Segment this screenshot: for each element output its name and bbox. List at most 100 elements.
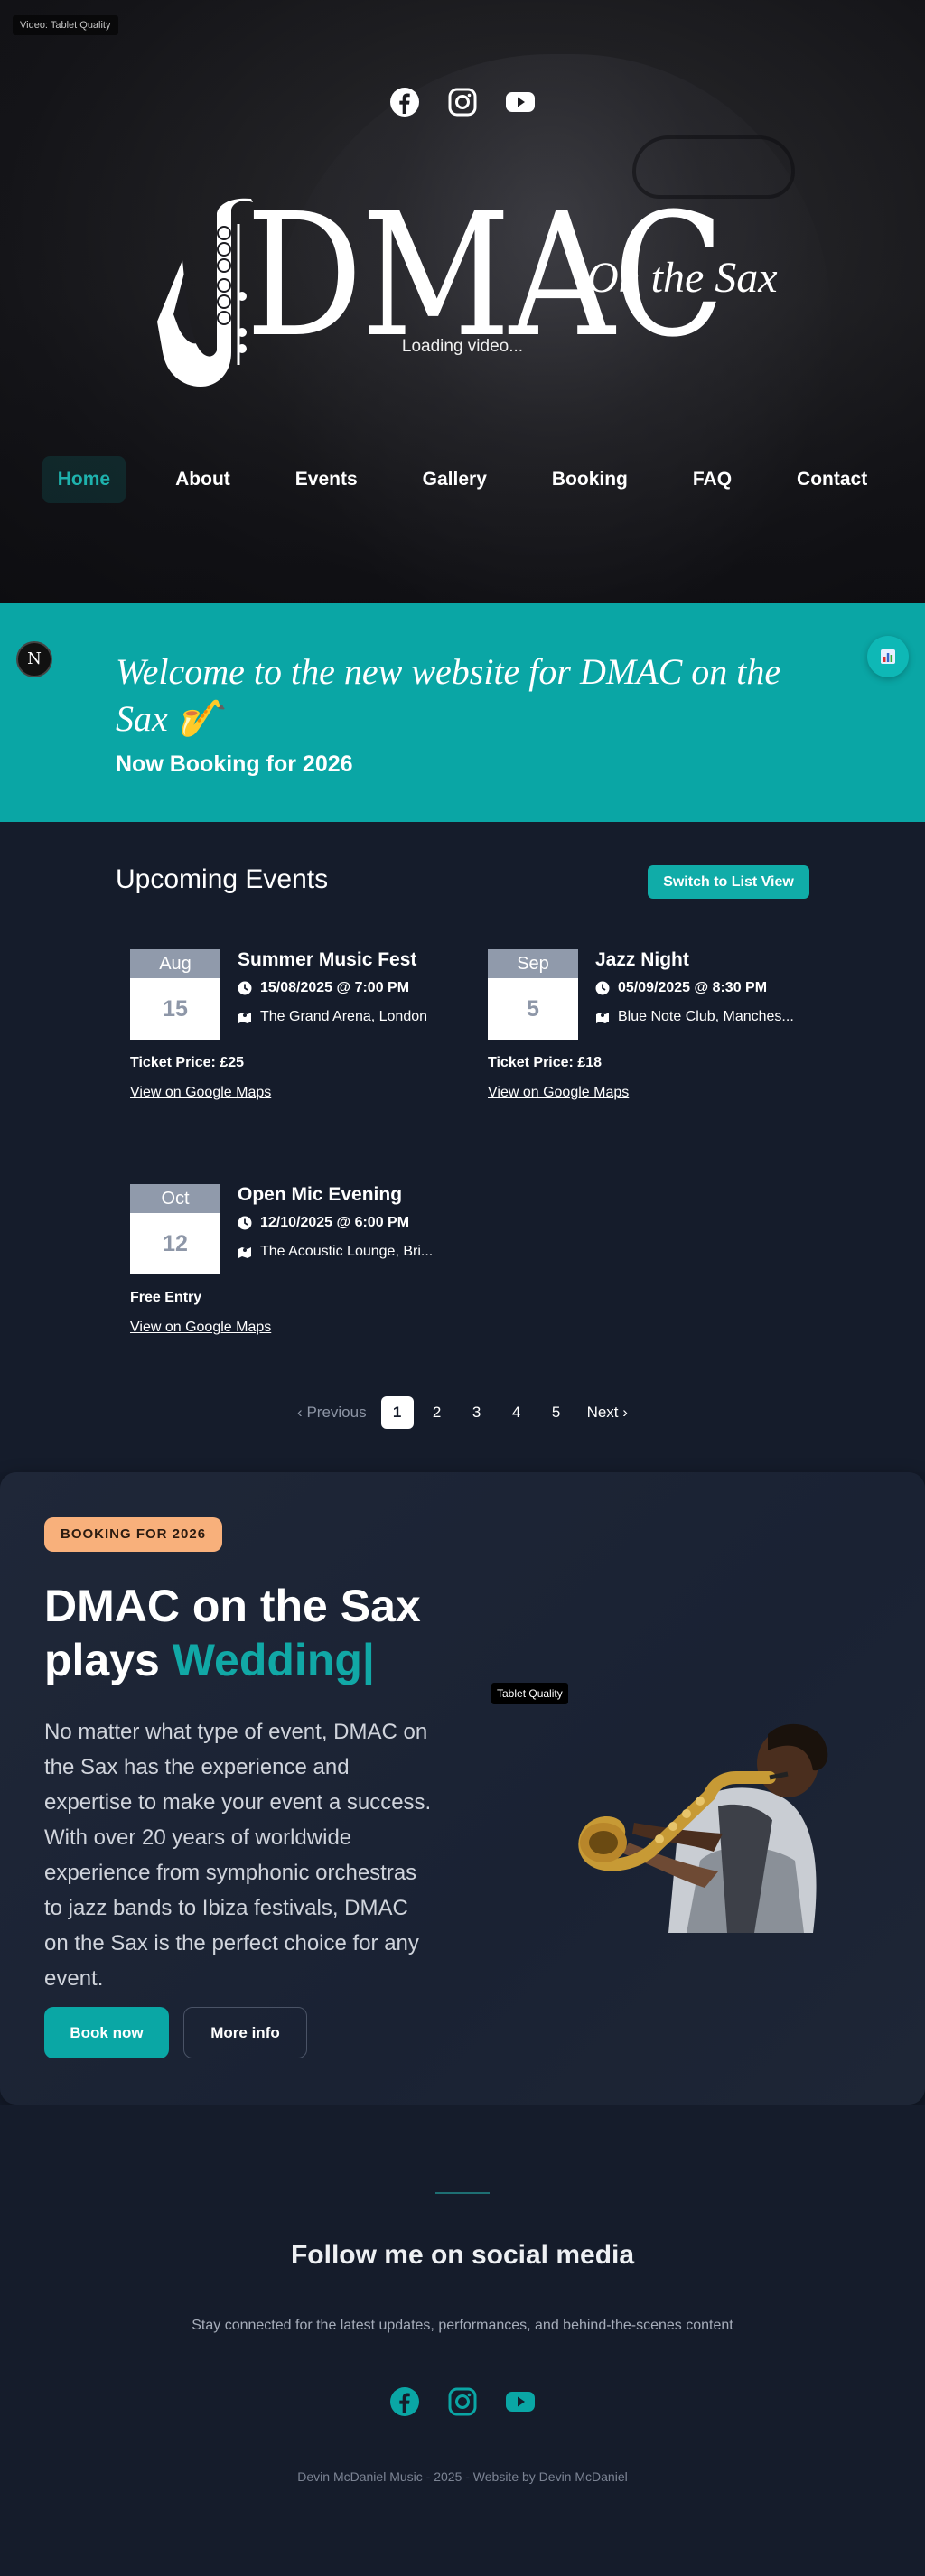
footer-copyright: Devin McDaniel Music - 2025 - Website by…: [297, 2469, 628, 2484]
facebook-link[interactable]: [389, 2386, 420, 2417]
dmac-logo[interactable]: DMAC On the Sax: [155, 191, 779, 405]
chevron-right-icon: ›: [618, 1404, 628, 1421]
pagination-page[interactable]: 1: [380, 1396, 414, 1429]
event-date-box: Aug 15: [130, 949, 220, 1040]
event-month: Sep: [488, 949, 578, 978]
google-maps-link[interactable]: View on Google Maps: [488, 1085, 629, 1101]
event-datetime: 05/09/2025 @ 8:30 PM: [595, 980, 767, 996]
event-date-box: Oct 12: [130, 1184, 220, 1274]
pagination: ‹ Previous 1 2 3 4 5 Next ›: [0, 1396, 925, 1429]
event-day: 12: [163, 1231, 188, 1256]
pagination-next[interactable]: Next ›: [580, 1396, 635, 1429]
event-price: Ticket Price: £18: [488, 1055, 603, 1070]
event-price: Free Entry: [130, 1290, 202, 1305]
main-nav: Home About Events Gallery Booking FAQ Co…: [0, 456, 925, 503]
video-quality-badge: Video: Tablet Quality: [13, 15, 118, 35]
hero-section: Video: Tablet Quality DMAC On the Sax Lo…: [0, 0, 925, 603]
pagination-page[interactable]: 4: [500, 1396, 533, 1429]
youtube-icon: [506, 2392, 535, 2412]
footer-subtitle: Stay connected for the latest updates, p…: [192, 2318, 733, 2333]
nav-booking[interactable]: Booking: [537, 456, 643, 503]
facebook-icon: [390, 2387, 419, 2416]
nav-home[interactable]: Home: [42, 456, 126, 503]
event-price: Ticket Price: £25: [130, 1055, 245, 1070]
event-day: 5: [527, 996, 539, 1022]
image-quality-badge: Tablet Quality: [491, 1683, 568, 1704]
event-venue-text: Blue Note Club, Manches...: [618, 1009, 794, 1024]
event-card: Sep 5 Jazz Night 05/09/2025 @ 8:30 PM Bl…: [473, 949, 817, 1130]
youtube-icon: [506, 92, 535, 112]
events-title: Upcoming Events: [116, 864, 329, 894]
user-avatar[interactable]: N: [16, 641, 52, 677]
switch-to-list-view-button[interactable]: Switch to List View: [648, 865, 809, 899]
hero-social-links: [0, 87, 925, 117]
pagination-previous-label: Previous: [306, 1404, 367, 1421]
event-datetime-text: 15/08/2025 @ 7:00 PM: [260, 980, 410, 995]
booking-heading-line1: DMAC on the Sax: [44, 1581, 421, 1631]
google-maps-link[interactable]: View on Google Maps: [130, 1320, 271, 1336]
youtube-link[interactable]: [505, 87, 536, 117]
event-month: Oct: [130, 1184, 220, 1213]
event-venue-text: The Acoustic Lounge, Bri...: [260, 1244, 434, 1259]
event-name: Open Mic Evening: [238, 1184, 403, 1205]
logo-on-the-sax-text: On the Sax: [587, 254, 778, 302]
booking-badge: BOOKING FOR 2026: [44, 1517, 223, 1552]
pagination-page[interactable]: 2: [421, 1396, 453, 1429]
loading-video-text: Loading video...: [401, 337, 524, 356]
event-name: Jazz Night: [595, 949, 689, 970]
events-section: Upcoming Events Switch to List View Aug …: [0, 822, 925, 1472]
pagination-page[interactable]: 3: [461, 1396, 493, 1429]
event-name: Summer Music Fest: [238, 949, 417, 970]
footer-divider: [435, 2192, 490, 2194]
event-venue: The Grand Arena, London: [238, 1009, 427, 1025]
event-venue: Blue Note Club, Manches...: [595, 1009, 794, 1025]
map-icon: [238, 1247, 251, 1258]
event-datetime-text: 05/09/2025 @ 8:30 PM: [618, 980, 768, 995]
footer-section: Follow me on social media Stay connected…: [0, 2105, 925, 2576]
clock-icon: [595, 981, 610, 995]
more-info-button[interactable]: More info: [183, 2007, 307, 2058]
event-datetime: 15/08/2025 @ 7:00 PM: [238, 980, 409, 996]
map-icon: [596, 1013, 609, 1023]
event-venue-text: The Grand Arena, London: [260, 1009, 428, 1024]
event-day: 15: [163, 996, 188, 1022]
clock-icon: [238, 981, 252, 995]
analytics-button[interactable]: [867, 636, 909, 677]
nav-gallery[interactable]: Gallery: [407, 456, 502, 503]
bar-chart-icon: [881, 649, 895, 664]
pagination-page[interactable]: 5: [540, 1396, 573, 1429]
welcome-banner: N Welcome to the new website for DMAC on…: [0, 603, 925, 822]
nav-events[interactable]: Events: [280, 456, 373, 503]
facebook-icon: [390, 88, 419, 117]
google-maps-link[interactable]: View on Google Maps: [130, 1085, 271, 1101]
event-datetime: 12/10/2025 @ 6:00 PM: [238, 1215, 409, 1231]
booking-section: BOOKING FOR 2026 DMAC on the Sax plays W…: [0, 1472, 925, 2105]
facebook-link[interactable]: [389, 87, 420, 117]
event-month: Aug: [130, 949, 220, 978]
booking-heading-plays: plays: [44, 1635, 173, 1685]
booking-heading: DMAC on the Sax plays Wedding|: [44, 1579, 469, 1687]
map-icon: [238, 1013, 251, 1023]
instagram-icon: [448, 88, 477, 117]
saxophonist-image: [578, 1723, 828, 1933]
nav-about[interactable]: About: [160, 456, 246, 503]
welcome-title: Welcome to the new website for DMAC on t…: [116, 651, 781, 739]
event-card: Aug 15 Summer Music Fest 15/08/2025 @ 7:…: [116, 949, 459, 1130]
nav-faq[interactable]: FAQ: [677, 456, 747, 503]
book-now-button[interactable]: Book now: [44, 2007, 169, 2058]
nav-contact[interactable]: Contact: [781, 456, 883, 503]
welcome-subtitle: Now Booking for 2026: [116, 751, 353, 777]
clock-icon: [238, 1216, 252, 1230]
event-card: Oct 12 Open Mic Evening 12/10/2025 @ 6:0…: [116, 1184, 459, 1365]
instagram-icon: [448, 2387, 477, 2416]
booking-description: No matter what type of event, DMAC on th…: [44, 1720, 432, 1991]
pagination-previous[interactable]: ‹ Previous: [290, 1396, 374, 1429]
footer-social-links: [0, 2386, 925, 2417]
instagram-link[interactable]: [447, 87, 478, 117]
footer-heading: Follow me on social media: [290, 2240, 635, 2270]
pagination-next-label: Next: [586, 1404, 619, 1421]
youtube-link[interactable]: [505, 2386, 536, 2417]
instagram-link[interactable]: [447, 2386, 478, 2417]
event-datetime-text: 12/10/2025 @ 6:00 PM: [260, 1215, 410, 1230]
event-venue: The Acoustic Lounge, Bri...: [238, 1244, 433, 1260]
